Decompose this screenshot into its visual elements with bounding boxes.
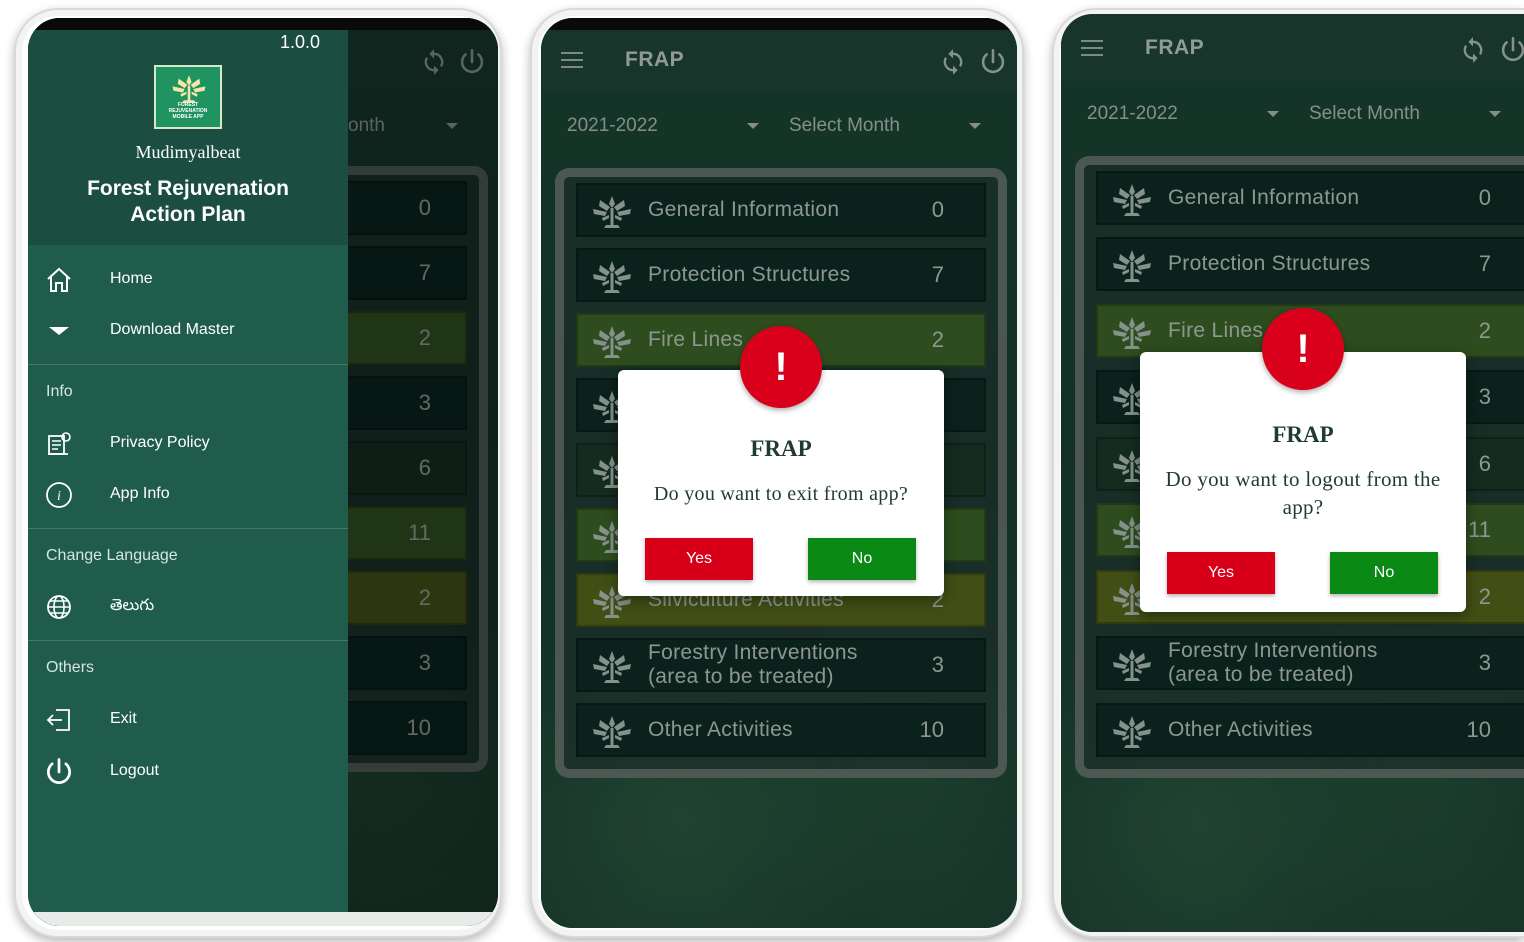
screen-logout-dialog: FRAP 2021-2022 Select Month General Info… [1061,14,1524,932]
drawer-item-label: Download Master [110,321,235,338]
info-icon: i [46,482,72,508]
home-icon [47,267,71,292]
power-icon [44,757,74,787]
alert-icon: ! [740,326,822,408]
drawer-item-download-master[interactable]: Download Master [28,308,348,352]
drawer-item-label: తెలుగు [110,597,155,614]
app-logo: FOREST REJUVENATION MOBILE APP [154,65,222,129]
caret-down-icon [49,327,69,335]
dialog-message: Do you want to logout from the app? [1165,467,1441,519]
drawer-divider [28,364,348,365]
status-bar [28,18,498,30]
drawer-item-app-info[interactable]: i App Info [28,472,348,516]
drawer-item-privacy-policy[interactable]: Privacy Policy [28,421,348,465]
alert-icon: ! [1262,308,1344,390]
drawer-divider [28,528,348,529]
no-button[interactable]: No [808,538,916,580]
drawer-item-logout[interactable]: Logout [28,749,348,793]
drawer-item-label: Exit [110,710,137,727]
navigation-drawer: 1.0.0 FOREST REJUVENATION MOBILE APP Mud… [28,18,348,926]
beat-name: Mudimyalbeat [135,142,241,162]
drawer-item-label: App Info [110,485,170,502]
status-bar [541,18,1017,30]
dialog-title: FRAP [750,436,812,461]
phone-drawer: onth 0 7 2 3 6 11 2 3 10 1.0.0 FOREST RE… [14,8,502,938]
phone-logout-dialog: FRAP 2021-2022 Select Month General Info… [1052,8,1524,938]
drawer-item-label: Logout [110,762,159,779]
app-full-name: Forest Rejuvenation Action Plan [28,176,348,228]
drawer-item-label: Privacy Policy [110,434,210,451]
logo-tree-icon [170,73,208,105]
dialog-message: Do you want to exit from app? [653,483,909,505]
exit-icon [46,709,70,731]
logout-dialog: ! FRAP Do you want to logout from the ap… [1140,308,1466,612]
drawer-section-others: Others [46,659,95,676]
app-full-name-line2: Action Plan [130,203,246,226]
no-button[interactable]: No [1330,552,1438,594]
drawer-item-telugu[interactable]: తెలుగు [28,584,348,628]
svg-text:i: i [57,489,61,504]
logo-text: FOREST REJUVENATION MOBILE APP [168,102,208,120]
yes-button[interactable]: Yes [1167,552,1275,594]
exit-dialog: ! FRAP Do you want to exit from app? Yes… [618,326,944,596]
app-full-name-line1: Forest Rejuvenation [87,177,289,200]
drawer-header: 1.0.0 FOREST REJUVENATION MOBILE APP Mud… [28,18,348,245]
drawer-divider [28,640,348,641]
drawer-item-label: Home [110,270,153,287]
drawer-item-exit[interactable]: Exit [28,697,348,741]
drawer-section-language: Change Language [46,547,178,564]
privacy-policy-icon [48,432,71,455]
screen-drawer: onth 0 7 2 3 6 11 2 3 10 1.0.0 FOREST RE… [28,18,498,926]
dialog-title: FRAP [1272,422,1334,447]
drawer-item-home[interactable]: Home [28,257,348,301]
app-version: 1.0.0 [279,32,320,52]
phone-exit-dialog: FRAP 2021-2022 Select Month General Info… [530,8,1024,938]
screen-exit-dialog: FRAP 2021-2022 Select Month General Info… [541,18,1017,928]
nav-strip [28,912,498,926]
globe-icon [47,595,71,619]
drawer-section-info: Info [46,383,73,400]
yes-button[interactable]: Yes [645,538,753,580]
